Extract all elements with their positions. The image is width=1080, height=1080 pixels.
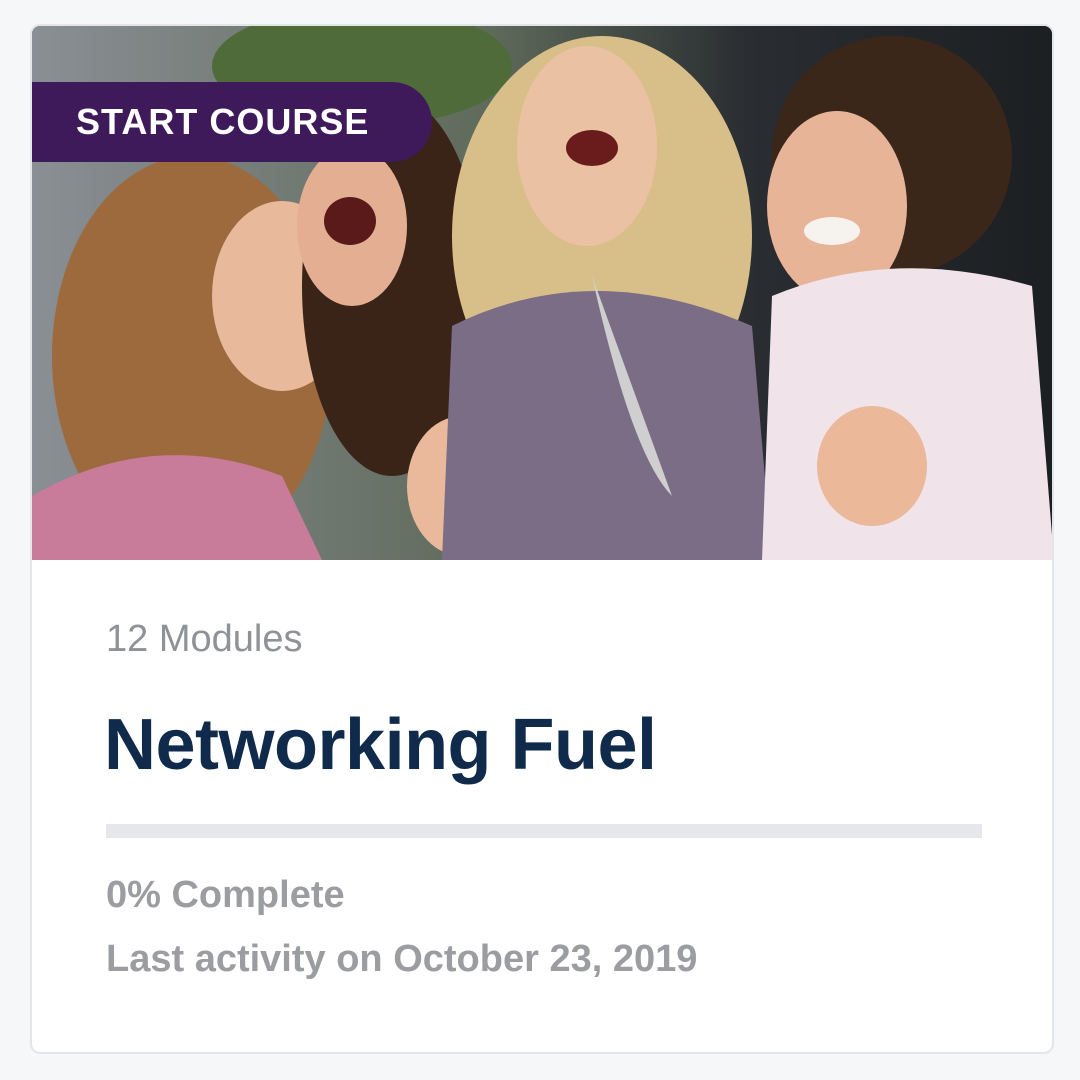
course-cover-image[interactable]: START COURSE [32,26,1052,560]
course-title[interactable]: Networking Fuel [104,704,657,786]
course-card[interactable]: START COURSE 12 Modules Networking Fuel … [30,24,1054,1054]
last-activity: Last activity on October 23, 2019 [106,938,698,980]
completion-status: 0% Complete [106,874,345,916]
progress-bar [106,824,982,838]
module-count: 12 Modules [106,618,303,660]
start-course-button[interactable]: START COURSE [32,82,432,162]
